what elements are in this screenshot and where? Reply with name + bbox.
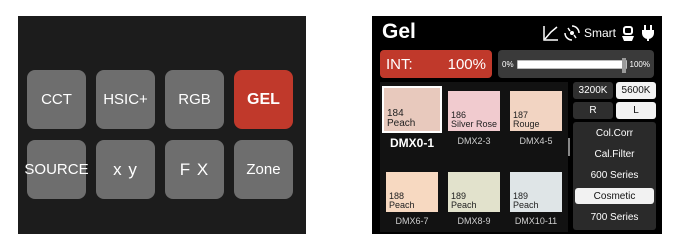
gel-filter-panel: 3200K 5600K R L Col.Corr Cal.Filter 600 … <box>573 82 656 232</box>
gel-swatch-187[interactable]: 187 Rouge <box>510 91 562 131</box>
r-button[interactable]: R <box>573 102 613 119</box>
gel-name: Peach <box>387 118 416 129</box>
gel-name: Rouge <box>513 119 540 129</box>
gel-dmx-label: DMX8-9 <box>457 216 491 226</box>
gel-dmx-label: DMX2-3 <box>457 136 491 146</box>
category-cal-filter[interactable]: Cal.Filter <box>575 146 654 162</box>
gel-name: Peach <box>513 200 539 210</box>
mode-selector-panel: CCT HSIC+ RGB GEL SOURCE x y F X Zone <box>18 16 306 234</box>
gel-name: Silver Rose <box>451 119 498 129</box>
rl-toggle: R L <box>573 102 656 119</box>
mode-button-gel[interactable]: GEL <box>234 70 293 129</box>
slider-fill <box>517 60 626 68</box>
cct-5600k-button[interactable]: 5600K <box>616 82 656 99</box>
gel-dmx-label: DMX0-1 <box>389 136 434 150</box>
slider-max-label: 100% <box>629 59 650 69</box>
gel-swatch-186[interactable]: 186 Silver Rose <box>448 91 500 131</box>
mode-button-hsic[interactable]: HSIC+ <box>96 70 155 129</box>
category-cosmetic[interactable]: Cosmetic <box>575 188 654 204</box>
slider-track[interactable] <box>516 57 627 73</box>
power-plug-icon <box>640 24 656 42</box>
gel-swatch-grid: 184 Peach DMX0-1 186 Silver Rose DMX2-3 … <box>380 82 568 232</box>
mode-button-cct[interactable]: CCT <box>27 70 86 129</box>
gel-name: Peach <box>389 200 415 210</box>
mode-button-source[interactable]: SOURCE <box>24 140 89 199</box>
mode-button-zone[interactable]: Zone <box>234 140 293 199</box>
gel-dmx-label: DMX4-5 <box>519 136 553 146</box>
fixture-icon <box>620 24 636 42</box>
smart-label: Smart <box>583 26 616 40</box>
intensity-display[interactable]: INT: 100% <box>380 50 492 78</box>
category-col-corr[interactable]: Col.Corr <box>575 125 654 141</box>
gel-name: Peach <box>451 200 477 210</box>
slider-knob[interactable] <box>621 57 626 73</box>
mode-button-rgb[interactable]: RGB <box>165 70 224 129</box>
category-700-series[interactable]: 700 Series <box>575 209 654 225</box>
curve-icon[interactable] <box>542 24 560 42</box>
gel-screen: Gel Smart INT: 100% 0% 100% 184 Peach DM… <box>372 16 662 234</box>
intensity-label: INT: <box>386 55 413 73</box>
cct-3200k-button[interactable]: 3200K <box>573 82 613 99</box>
page-title: Gel <box>382 20 416 43</box>
slider-min-label: 0% <box>502 59 514 69</box>
intensity-value: 100% <box>447 55 486 73</box>
gel-swatch-188[interactable]: 188 Peach <box>386 172 438 212</box>
gel-dmx-label: DMX6-7 <box>395 216 429 226</box>
l-button[interactable]: L <box>616 102 656 119</box>
gel-swatch-189[interactable]: 189 Peach <box>448 172 500 212</box>
cct-toggle: 3200K 5600K <box>573 82 656 99</box>
gel-swatch-189b[interactable]: 189 Peach <box>510 172 562 212</box>
gel-grid-scrollbar[interactable] <box>568 138 570 156</box>
mode-button-fx[interactable]: F X <box>165 140 224 199</box>
gel-category-list: Col.Corr Cal.Filter 600 Series Cosmetic … <box>573 122 656 230</box>
intensity-slider[interactable]: 0% 100% <box>498 50 654 78</box>
status-icons: Smart <box>542 22 656 44</box>
smart-fan-icon[interactable] <box>564 25 580 41</box>
category-600-series[interactable]: 600 Series <box>575 167 654 183</box>
gel-swatch-184[interactable]: 184 Peach <box>382 86 442 133</box>
gel-dmx-label: DMX10-11 <box>514 216 558 226</box>
mode-button-xy[interactable]: x y <box>96 140 155 199</box>
